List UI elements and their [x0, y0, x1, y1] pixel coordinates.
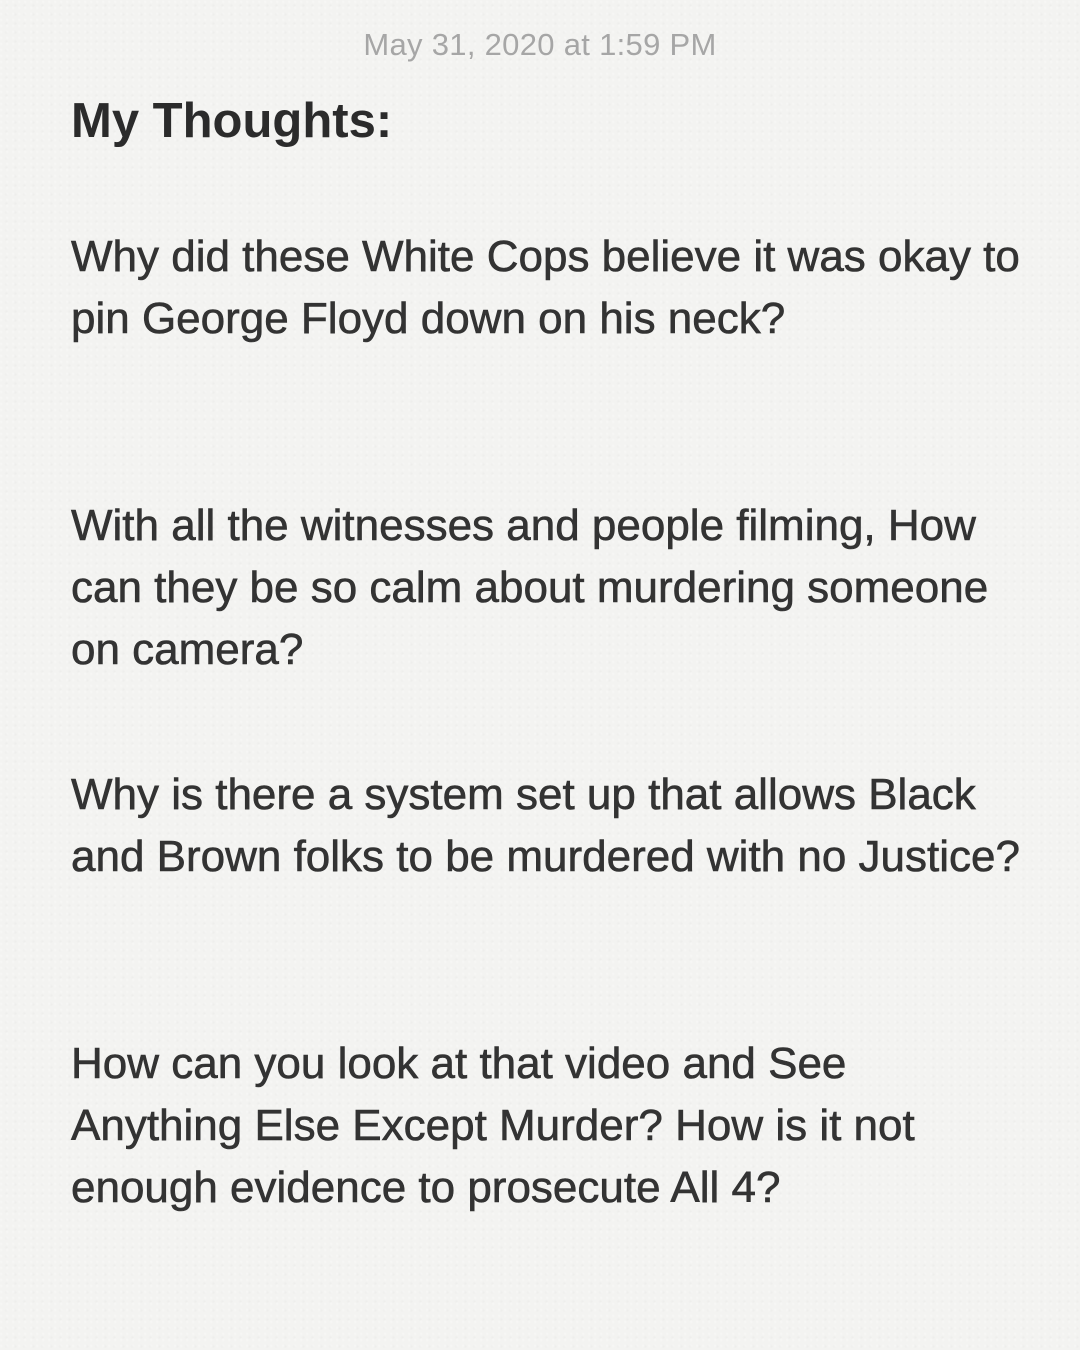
note-paragraph: Why is there a system set up that allows…	[71, 770, 1021, 882]
note-paragraph: Why did these White Cops believe it was …	[71, 232, 1020, 344]
note-paragraph: With all the witnesses and people filmin…	[71, 501, 989, 675]
note-paragraph: How can you look at that video and See A…	[71, 1039, 915, 1213]
note-body[interactable]: May 31, 2020 at 1:59 PM My Thoughts: Why…	[0, 0, 1080, 1350]
note-title: My Thoughts:	[71, 94, 393, 148]
note-timestamp: May 31, 2020 at 1:59 PM	[363, 27, 717, 62]
